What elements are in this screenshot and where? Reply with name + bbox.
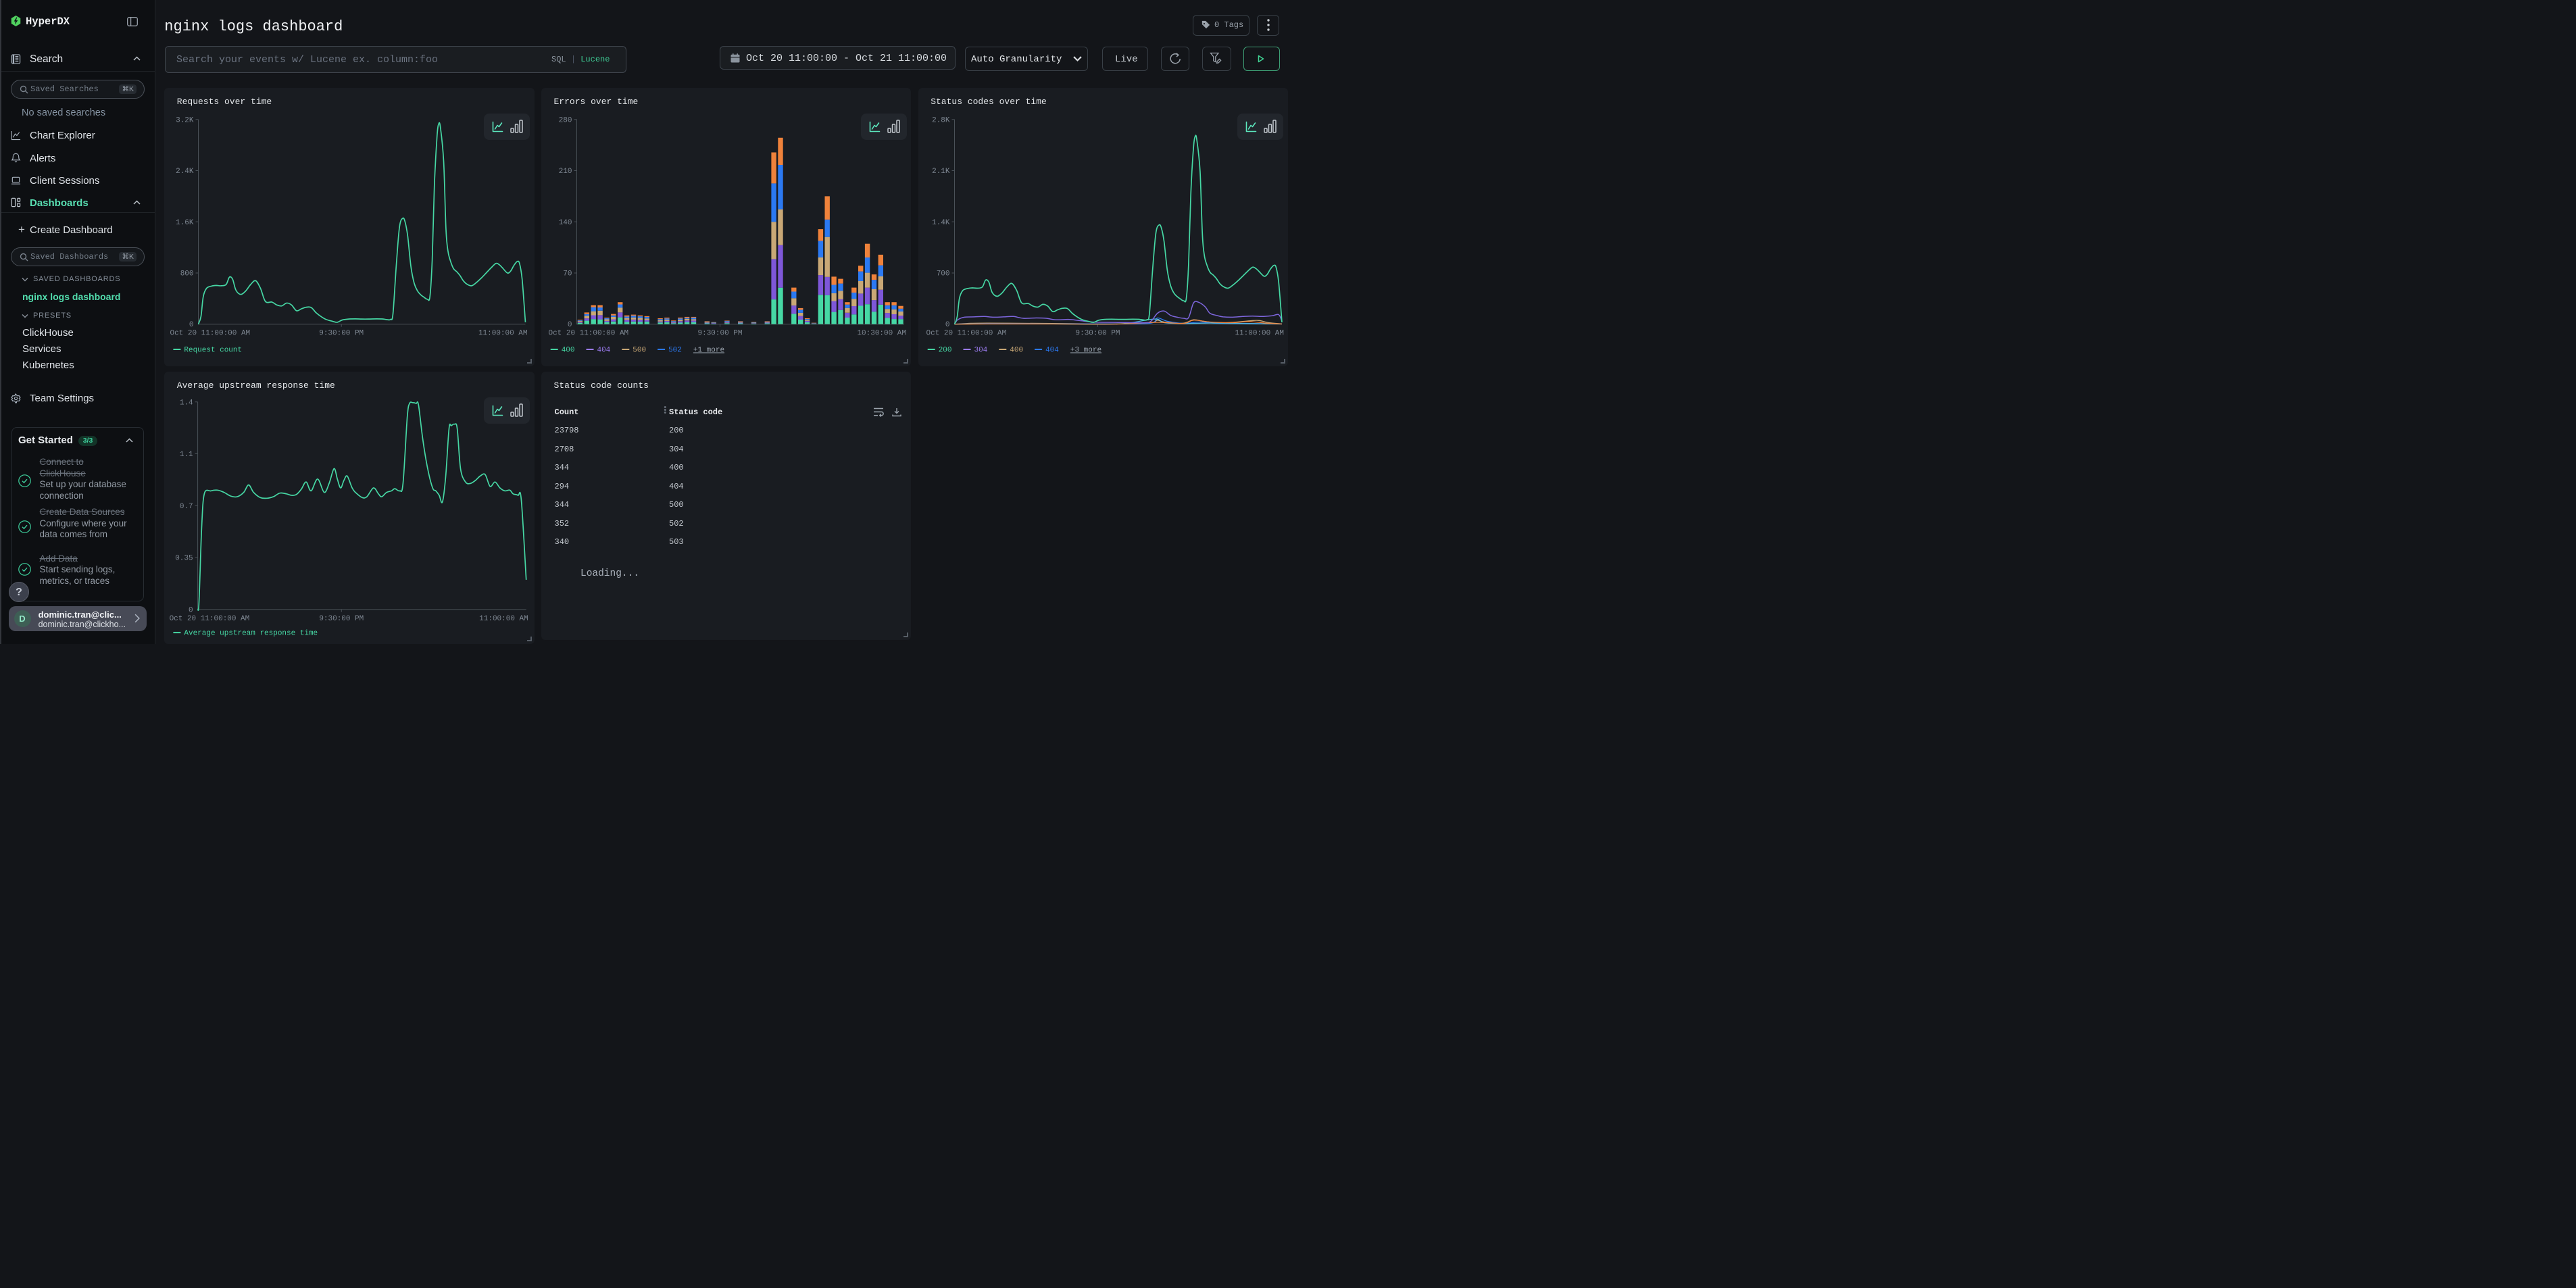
svg-text:200: 200 [938, 346, 951, 354]
svg-text:10:30:00 AM: 10:30:00 AM [857, 330, 906, 338]
svg-text:9:30:00 PM: 9:30:00 PM [320, 614, 364, 622]
svg-text:404: 404 [597, 346, 610, 354]
svg-text:140: 140 [559, 219, 572, 227]
svg-text:0: 0 [568, 321, 572, 329]
svg-text:1.4: 1.4 [180, 399, 193, 407]
svg-text:280: 280 [559, 116, 572, 124]
svg-text:210: 210 [559, 168, 572, 176]
svg-text:502: 502 [668, 346, 682, 354]
svg-text:2.1K: 2.1K [932, 168, 950, 176]
svg-text:500: 500 [633, 346, 646, 354]
svg-text:304: 304 [974, 346, 987, 354]
svg-text:0: 0 [945, 321, 950, 329]
svg-text:0.7: 0.7 [180, 502, 193, 510]
svg-text:Average upstream response time: Average upstream response time [184, 629, 318, 637]
svg-text:+3 more: +3 more [1070, 346, 1101, 354]
svg-text:0.35: 0.35 [176, 554, 193, 562]
svg-text:Oct 20 11:00:00 AM: Oct 20 11:00:00 AM [170, 614, 250, 622]
svg-text:Oct 20 11:00:00 AM: Oct 20 11:00:00 AM [548, 330, 628, 338]
svg-text:Oct 20 11:00:00 AM: Oct 20 11:00:00 AM [926, 330, 1006, 338]
svg-text:11:00:00 AM: 11:00:00 AM [479, 614, 528, 622]
svg-text:9:30:00 PM: 9:30:00 PM [320, 330, 364, 338]
svg-text:1.4K: 1.4K [932, 219, 950, 227]
svg-text:Oct 20 11:00:00 AM: Oct 20 11:00:00 AM [170, 330, 251, 338]
svg-text:0: 0 [189, 321, 194, 329]
svg-text:400: 400 [562, 346, 575, 354]
svg-text:700: 700 [936, 270, 949, 278]
svg-text:70: 70 [563, 270, 572, 278]
svg-text:9:30:00 PM: 9:30:00 PM [698, 330, 743, 338]
svg-text:9:30:00 PM: 9:30:00 PM [1075, 330, 1120, 338]
svg-text:11:00:00 AM: 11:00:00 AM [1235, 330, 1284, 338]
svg-text:11:00:00 AM: 11:00:00 AM [478, 330, 528, 338]
svg-text:1.1: 1.1 [180, 451, 193, 459]
svg-text:3.2K: 3.2K [176, 116, 194, 124]
svg-text:0: 0 [189, 606, 193, 614]
svg-text:Request count: Request count [184, 346, 243, 354]
svg-text:800: 800 [180, 270, 194, 278]
svg-text:2.8K: 2.8K [932, 116, 950, 124]
svg-text:2.4K: 2.4K [176, 168, 194, 176]
svg-text:404: 404 [1045, 346, 1059, 354]
svg-text:+1 more: +1 more [693, 346, 724, 354]
svg-text:1.6K: 1.6K [176, 219, 194, 227]
svg-text:400: 400 [1010, 346, 1023, 354]
